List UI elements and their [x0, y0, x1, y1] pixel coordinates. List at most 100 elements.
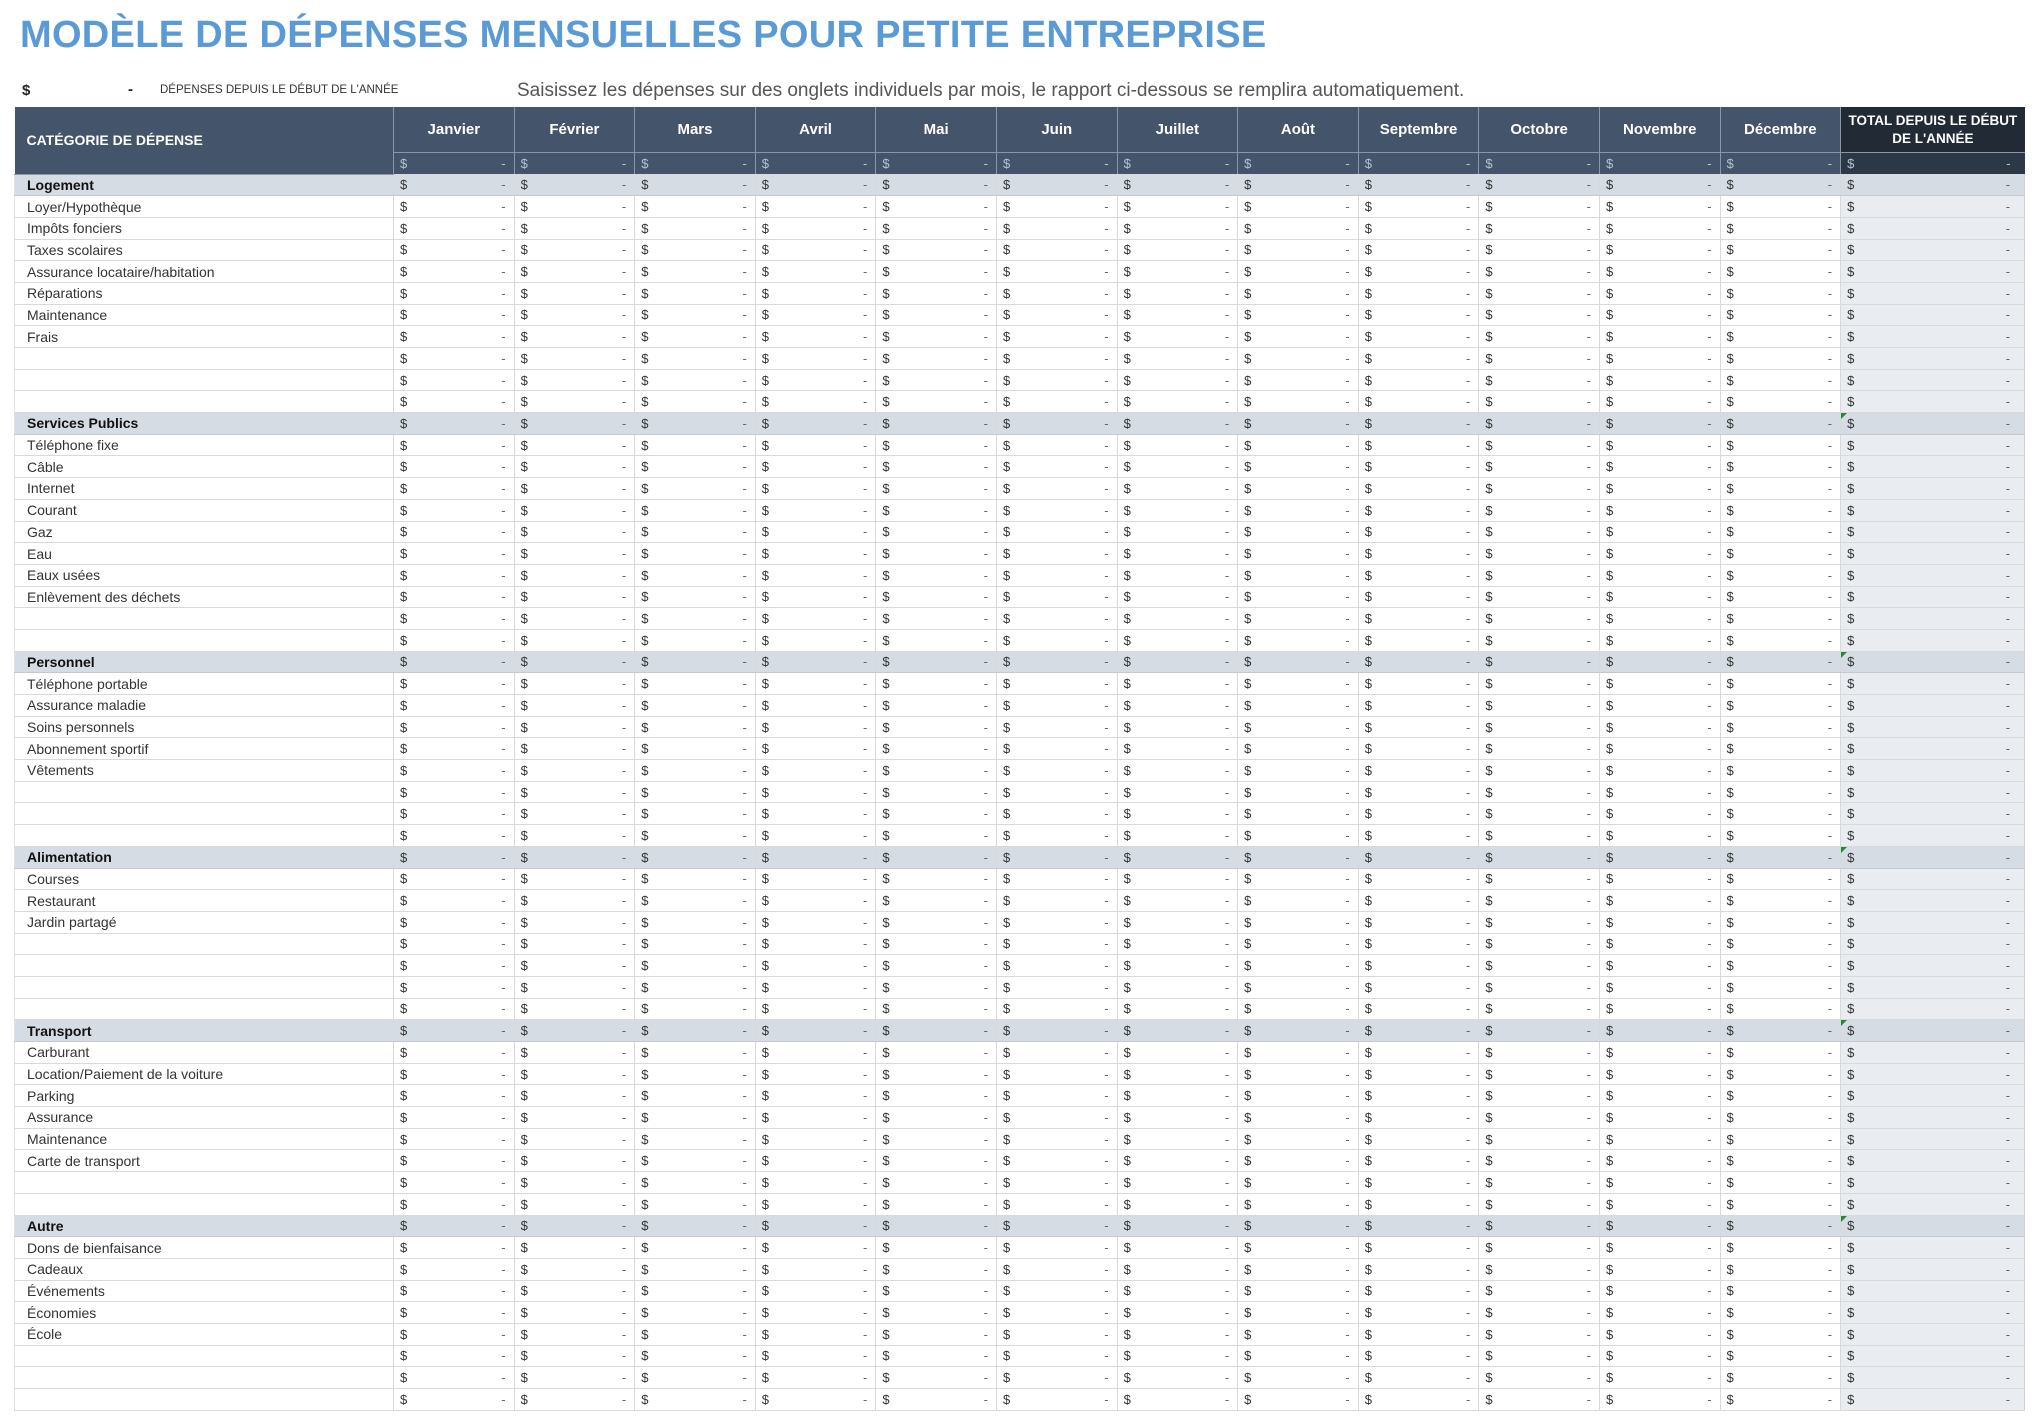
- month-cell[interactable]: $ -: [1237, 1106, 1359, 1129]
- month-cell[interactable]: $ -: [1478, 781, 1600, 804]
- section-month-cell[interactable]: $ -: [1719, 846, 1841, 869]
- month-cell[interactable]: $ -: [1116, 1041, 1238, 1064]
- month-cell[interactable]: $ -: [1719, 455, 1841, 479]
- section-month-cell[interactable]: $ -: [634, 1215, 756, 1238]
- month-cell[interactable]: $ -: [1116, 1193, 1238, 1216]
- month-cell[interactable]: $ -: [1598, 260, 1721, 283]
- month-cell[interactable]: $ -: [995, 521, 1118, 544]
- month-cell[interactable]: $ -: [1719, 499, 1841, 522]
- month-cell[interactable]: $ -: [393, 195, 515, 218]
- month-cell[interactable]: $ -: [995, 586, 1118, 609]
- section-month-cell[interactable]: $ -: [393, 651, 515, 674]
- expense-label[interactable]: [14, 390, 394, 414]
- month-cell[interactable]: $ -: [1478, 239, 1600, 262]
- row-total-cell[interactable]: $ -: [1840, 759, 2026, 782]
- month-cell[interactable]: $ -: [1598, 694, 1721, 717]
- month-cell[interactable]: $ -: [1116, 1388, 1238, 1411]
- month-cell[interactable]: $ -: [754, 607, 876, 630]
- section-month-cell[interactable]: $ -: [995, 846, 1118, 869]
- month-cell[interactable]: $ -: [1357, 217, 1479, 240]
- month-cell[interactable]: $ -: [1357, 672, 1479, 695]
- section-month-cell[interactable]: $ -: [1357, 846, 1479, 869]
- month-cell[interactable]: $ -: [995, 282, 1118, 305]
- month-cell[interactable]: $ -: [634, 889, 756, 912]
- expense-label[interactable]: [14, 781, 394, 804]
- month-cell[interactable]: $ -: [513, 260, 635, 283]
- month-cell[interactable]: $ -: [875, 1345, 997, 1368]
- month-cell[interactable]: $ -: [1598, 998, 1721, 1021]
- month-cell[interactable]: $ -: [1357, 1193, 1479, 1216]
- expense-label[interactable]: Jardin partagé: [14, 911, 394, 934]
- month-cell[interactable]: $ -: [875, 217, 997, 240]
- row-total-cell[interactable]: $ -: [1840, 1084, 2026, 1108]
- month-cell[interactable]: $ -: [1598, 802, 1721, 826]
- month-cell[interactable]: $ -: [1237, 477, 1359, 500]
- month-cell[interactable]: $ -: [1478, 802, 1600, 826]
- month-cell[interactable]: $ -: [754, 477, 876, 500]
- month-cell[interactable]: $ -: [995, 477, 1118, 500]
- expense-label[interactable]: [14, 976, 394, 999]
- month-cell[interactable]: $ -: [995, 304, 1118, 327]
- month-cell[interactable]: $ -: [1719, 434, 1841, 457]
- month-cell[interactable]: $ -: [754, 1280, 876, 1303]
- month-cell[interactable]: $ -: [1237, 716, 1359, 739]
- month-cell[interactable]: $ -: [1719, 976, 1841, 999]
- month-cell[interactable]: $ -: [1237, 195, 1359, 218]
- section-month-cell[interactable]: $ -: [875, 846, 997, 869]
- expense-label[interactable]: [14, 369, 394, 392]
- month-cell[interactable]: $ -: [1357, 1149, 1479, 1173]
- month-cell[interactable]: $ -: [393, 694, 515, 717]
- month-cell[interactable]: $ -: [754, 802, 876, 826]
- month-cell[interactable]: $ -: [1598, 586, 1721, 609]
- month-cell[interactable]: $ -: [1719, 282, 1841, 305]
- month-cell[interactable]: $ -: [1719, 369, 1841, 392]
- month-cell[interactable]: $ -: [634, 521, 756, 544]
- month-cell[interactable]: $ -: [754, 390, 876, 414]
- row-total-cell[interactable]: $ -: [1840, 824, 2026, 847]
- month-cell[interactable]: $ -: [875, 521, 997, 544]
- month-cell[interactable]: $ -: [1116, 1171, 1238, 1194]
- section-month-cell[interactable]: $ -: [1237, 174, 1359, 197]
- section-month-cell[interactable]: $ -: [1116, 412, 1238, 435]
- month-cell[interactable]: $ -: [513, 781, 635, 804]
- month-cell[interactable]: $ -: [1237, 1149, 1359, 1173]
- month-cell[interactable]: $ -: [634, 1280, 756, 1303]
- month-cell[interactable]: $ -: [995, 1128, 1118, 1151]
- month-cell[interactable]: $ -: [634, 933, 756, 956]
- month-cell[interactable]: $ -: [1237, 1388, 1359, 1411]
- expense-label[interactable]: Gaz: [14, 521, 394, 544]
- month-cell[interactable]: $ -: [1719, 694, 1841, 717]
- month-cell[interactable]: $ -: [1478, 304, 1600, 327]
- month-cell[interactable]: $ -: [1237, 434, 1359, 457]
- month-cell[interactable]: $ -: [1719, 911, 1841, 934]
- month-cell[interactable]: $ -: [995, 1084, 1118, 1108]
- month-cell[interactable]: $ -: [393, 282, 515, 305]
- month-cell[interactable]: $ -: [1237, 455, 1359, 479]
- month-cell[interactable]: $ -: [634, 369, 756, 392]
- month-cell[interactable]: $ -: [1478, 260, 1600, 283]
- month-cell[interactable]: $ -: [1478, 737, 1600, 761]
- section-month-cell[interactable]: $ -: [1719, 174, 1841, 197]
- month-cell[interactable]: $ -: [754, 1171, 876, 1194]
- month-cell[interactable]: $ -: [875, 325, 997, 348]
- section-month-cell[interactable]: $ -: [634, 651, 756, 674]
- month-cell[interactable]: $ -: [634, 1106, 756, 1129]
- month-cell[interactable]: $ -: [1357, 1236, 1479, 1259]
- month-cell[interactable]: $ -: [875, 1193, 997, 1216]
- month-cell[interactable]: $ -: [754, 1128, 876, 1151]
- month-cell[interactable]: $ -: [875, 694, 997, 717]
- month-cell[interactable]: $ -: [1478, 477, 1600, 500]
- month-header-mars[interactable]: Mars: [634, 107, 756, 153]
- month-cell[interactable]: $ -: [1478, 521, 1600, 544]
- section-month-cell[interactable]: $ -: [875, 651, 997, 674]
- month-cell[interactable]: $ -: [1357, 1063, 1479, 1086]
- month-cell[interactable]: $ -: [393, 564, 515, 587]
- section-month-cell[interactable]: $ -: [1237, 412, 1359, 435]
- month-cell[interactable]: $ -: [875, 1323, 997, 1346]
- month-cell[interactable]: $ -: [513, 217, 635, 240]
- month-cell[interactable]: $ -: [1719, 390, 1841, 414]
- row-total-cell[interactable]: $ -: [1840, 1063, 2026, 1086]
- month-cell[interactable]: $ -: [1357, 325, 1479, 348]
- month-cell[interactable]: $ -: [1478, 564, 1600, 587]
- month-cell[interactable]: $ -: [754, 868, 876, 891]
